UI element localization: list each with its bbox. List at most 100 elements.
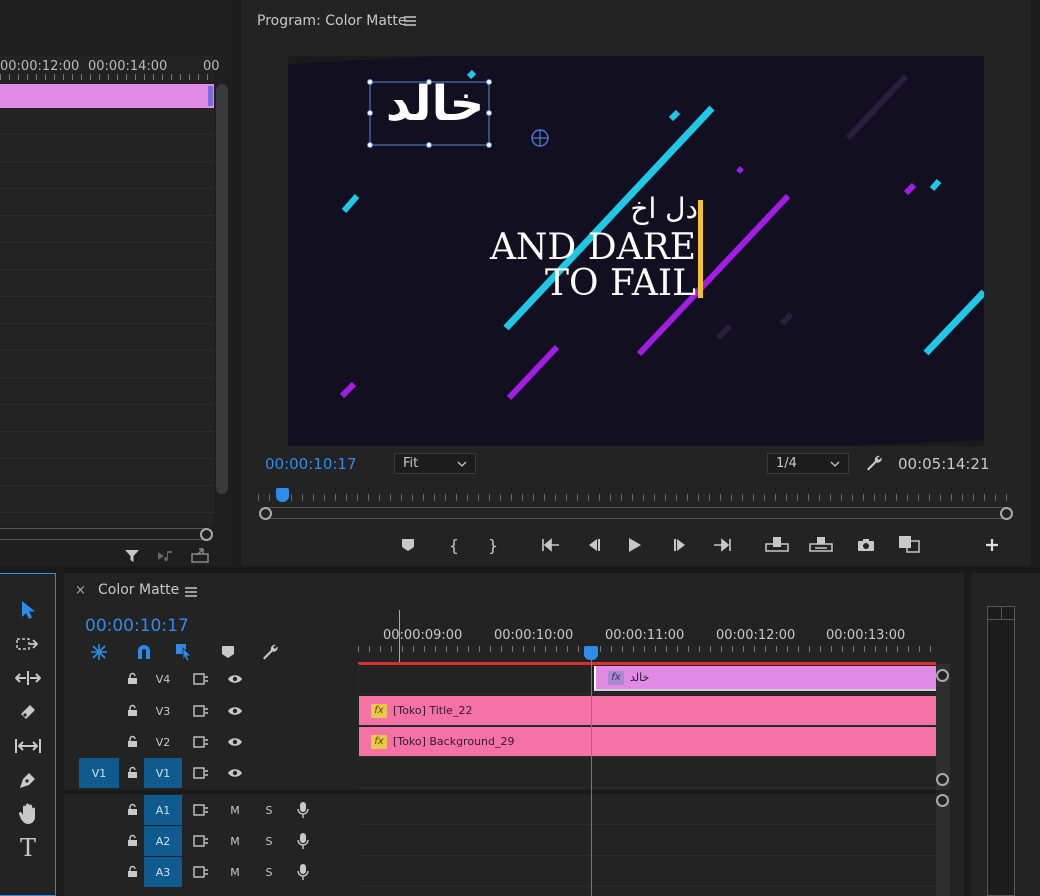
timeline-audio-scrollbar[interactable] xyxy=(936,795,950,896)
lift-icon[interactable] xyxy=(764,534,790,554)
mute-button[interactable]: M xyxy=(226,795,244,825)
source-clip[interactable] xyxy=(0,84,214,108)
video-audio-divider[interactable] xyxy=(64,790,936,794)
go-to-out-icon[interactable] xyxy=(712,535,734,555)
sync-icon[interactable] xyxy=(192,833,210,849)
mark-in-icon[interactable]: { xyxy=(444,535,464,555)
snap-icon[interactable] xyxy=(133,642,155,662)
mute-button[interactable]: M xyxy=(226,826,244,856)
eye-icon[interactable] xyxy=(226,734,244,750)
lock-icon[interactable] xyxy=(124,733,140,749)
microphone-icon[interactable] xyxy=(294,863,312,881)
track-label[interactable]: V2 xyxy=(144,727,182,757)
track-label[interactable]: A3 xyxy=(144,857,182,887)
hamburger-icon[interactable] xyxy=(184,585,198,599)
timeline-video-scrollbar[interactable] xyxy=(936,664,950,790)
timeline-playhead-head[interactable] xyxy=(584,646,598,660)
panel-title[interactable]: Program: Color Matte xyxy=(257,13,407,29)
horizontal-scrollbar[interactable] xyxy=(0,528,204,540)
linked-selection-icon[interactable] xyxy=(173,642,195,662)
scroll-handle[interactable] xyxy=(936,669,949,682)
go-to-in-icon[interactable] xyxy=(539,535,561,555)
plus-icon[interactable] xyxy=(982,535,1002,555)
lock-icon[interactable] xyxy=(124,670,140,686)
eye-icon[interactable] xyxy=(226,765,244,781)
track-select-icon[interactable] xyxy=(14,630,42,658)
ripple-edit-icon[interactable] xyxy=(14,664,42,692)
mark-out-icon[interactable]: } xyxy=(483,535,503,555)
sync-icon[interactable] xyxy=(192,734,210,750)
add-marker-icon[interactable] xyxy=(398,535,418,555)
solo-button[interactable]: S xyxy=(260,826,278,856)
playhead-timecode[interactable]: 00:00:10:17 xyxy=(265,455,357,473)
source-patch-v1[interactable]: V1 xyxy=(79,758,119,788)
program-video-frame[interactable]: خالد دل اخ AND DARE TO FAIL xyxy=(288,56,984,446)
type-icon[interactable]: T xyxy=(14,834,42,862)
eye-icon[interactable] xyxy=(226,703,244,719)
zoom-handle-left[interactable] xyxy=(259,507,272,520)
extract-icon[interactable] xyxy=(808,534,834,554)
play-icon[interactable] xyxy=(625,535,645,555)
track-label[interactable]: V1 xyxy=(144,758,182,788)
track-lane-a3[interactable] xyxy=(358,857,936,887)
playhead-marker[interactable] xyxy=(276,488,289,502)
track-label[interactable]: A1 xyxy=(144,795,182,825)
close-tab-button[interactable]: × xyxy=(75,583,86,598)
title-text-arabic[interactable]: خالد xyxy=(380,76,490,132)
microphone-icon[interactable] xyxy=(294,832,312,850)
lock-icon[interactable] xyxy=(124,863,140,879)
hamburger-icon[interactable] xyxy=(403,14,417,28)
marker-icon[interactable] xyxy=(218,642,238,662)
scroll-handle[interactable] xyxy=(200,528,213,541)
scroll-handle[interactable] xyxy=(936,794,949,807)
scroll-handle[interactable] xyxy=(936,773,949,786)
selection-tool-icon[interactable] xyxy=(14,596,42,624)
clip-end-handle[interactable] xyxy=(208,86,213,106)
razor-icon[interactable] xyxy=(14,698,42,726)
clip-title-22[interactable]: fx [Toko] Title_22 xyxy=(359,696,936,725)
sync-icon[interactable] xyxy=(192,703,210,719)
hand-icon[interactable] xyxy=(14,800,42,828)
zoom-scrollbar[interactable] xyxy=(266,507,1006,519)
solo-button[interactable]: S xyxy=(260,857,278,887)
zoom-handle-right[interactable] xyxy=(1000,507,1013,520)
sync-icon[interactable] xyxy=(192,765,210,781)
step-back-icon[interactable] xyxy=(583,535,603,555)
track-lane-a1[interactable] xyxy=(358,795,936,825)
sync-icon[interactable] xyxy=(192,864,210,880)
step-forward-icon[interactable] xyxy=(671,535,691,555)
track-lane-a2[interactable] xyxy=(358,826,936,856)
resolution-select[interactable]: 1/4 xyxy=(767,453,849,474)
export-icon[interactable] xyxy=(190,546,210,564)
source-ruler[interactable]: 00:00:12:00 00:00:14:00 00 xyxy=(0,56,220,82)
solo-button[interactable]: S xyxy=(260,795,278,825)
sync-icon[interactable] xyxy=(192,671,210,687)
timeline-timecode[interactable]: 00:00:10:17 xyxy=(85,616,189,636)
lock-icon[interactable] xyxy=(124,801,140,817)
wrench-icon[interactable] xyxy=(259,642,281,662)
track-label[interactable]: A2 xyxy=(144,826,182,856)
timeline-ruler[interactable]: 00:00:09:00 00:00:10:00 00:00:11:00 00:0… xyxy=(358,608,936,662)
compare-icon[interactable] xyxy=(896,534,922,554)
microphone-icon[interactable] xyxy=(294,801,312,819)
pen-icon[interactable] xyxy=(14,766,42,794)
nest-sequence-icon[interactable] xyxy=(88,642,110,662)
wrench-icon[interactable] xyxy=(863,452,885,474)
track-label[interactable]: V4 xyxy=(144,664,182,694)
mute-button[interactable]: M xyxy=(226,857,244,887)
audio-icon[interactable] xyxy=(156,548,176,564)
filter-icon[interactable] xyxy=(122,548,142,564)
track-lane-v1[interactable] xyxy=(358,758,936,788)
lock-icon[interactable] xyxy=(124,764,140,780)
slip-icon[interactable] xyxy=(14,732,42,760)
lock-icon[interactable] xyxy=(124,832,140,848)
zoom-select[interactable]: Fit xyxy=(394,453,476,474)
sync-icon[interactable] xyxy=(192,802,210,818)
eye-icon[interactable] xyxy=(226,671,244,687)
lock-icon[interactable] xyxy=(124,702,140,718)
vertical-scrollbar[interactable] xyxy=(216,84,228,494)
track-label[interactable]: V3 xyxy=(144,696,182,726)
export-frame-icon[interactable] xyxy=(855,535,877,555)
program-time-ruler[interactable] xyxy=(258,486,1012,502)
timeline-tab-title[interactable]: Color Matte xyxy=(98,582,179,598)
